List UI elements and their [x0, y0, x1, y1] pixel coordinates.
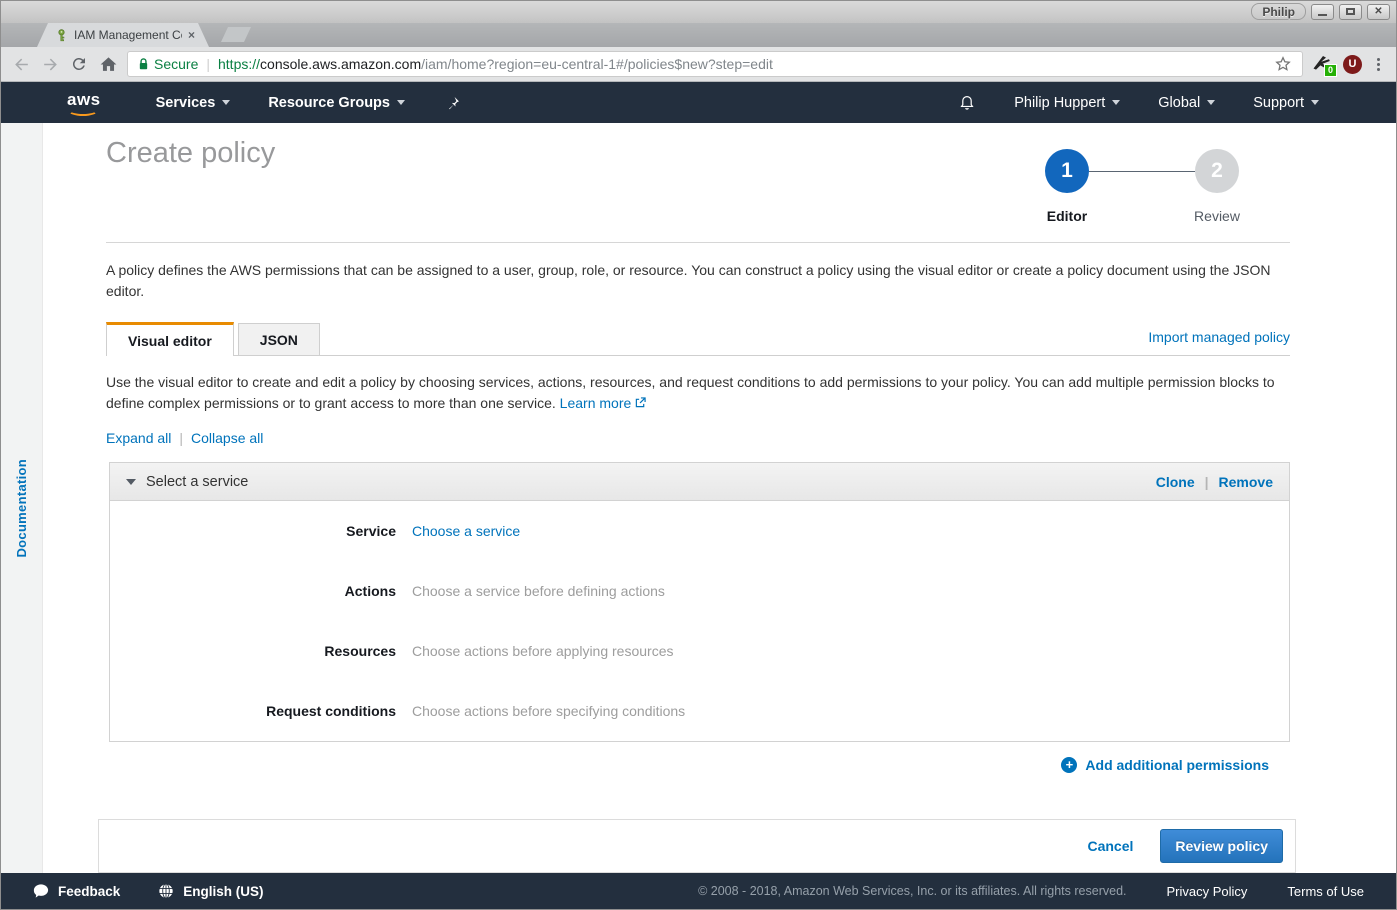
window-title: Philip — [1251, 3, 1306, 20]
browser-window: Philip ✕ IAM Management Co × Secure | ht… — [0, 0, 1397, 910]
step-2-circle: 2 — [1195, 149, 1239, 193]
speech-bubble-icon — [33, 883, 49, 899]
wizard-steps: 1 2 Editor Review — [1045, 149, 1247, 224]
address-bar[interactable]: Secure | https://console.aws.amazon.com/… — [127, 51, 1303, 77]
bookmark-star-icon[interactable] — [1274, 55, 1292, 73]
lock-icon — [138, 57, 149, 71]
remove-link[interactable]: Remove — [1219, 474, 1273, 490]
extension-badge: 0 — [1324, 64, 1337, 77]
main-content: Documentation Create policy 1 2 Editor R… — [1, 123, 1396, 873]
secure-indicator[interactable]: Secure — [138, 56, 198, 72]
browser-toolbar: Secure | https://console.aws.amazon.com/… — [1, 47, 1396, 82]
expand-all-link[interactable]: Expand all — [106, 430, 171, 446]
step-1-circle: 1 — [1045, 149, 1089, 193]
documentation-rail: Documentation — [1, 123, 43, 873]
step-1-label: Editor — [1037, 208, 1097, 224]
tab-close-icon[interactable]: × — [188, 29, 195, 41]
language-selector[interactable]: English (US) — [158, 883, 263, 899]
back-button[interactable] — [11, 54, 31, 74]
window-titlebar: Philip ✕ — [1, 1, 1396, 23]
chevron-down-icon — [1311, 100, 1319, 105]
service-row: Service Choose a service — [110, 501, 1289, 561]
choose-service-link[interactable]: Choose a service — [412, 523, 520, 539]
step-connector — [1089, 171, 1195, 172]
action-bar: Cancel Review policy — [98, 819, 1296, 873]
aws-smile-icon — [68, 105, 98, 116]
terms-of-use-link[interactable]: Terms of Use — [1287, 884, 1364, 899]
browser-tab[interactable]: IAM Management Co × — [37, 23, 209, 47]
divider — [106, 242, 1290, 243]
maximize-button[interactable] — [1339, 4, 1362, 20]
permission-block-header[interactable]: Select a service Clone | Remove — [110, 463, 1289, 501]
close-icon: ✕ — [1374, 6, 1382, 17]
close-button[interactable]: ✕ — [1367, 4, 1390, 20]
permission-block-body: Service Choose a service Actions Choose … — [110, 501, 1289, 741]
pin-icon[interactable] — [424, 96, 482, 110]
maximize-icon — [1346, 8, 1355, 15]
nav-region-menu[interactable]: Global — [1139, 95, 1234, 111]
home-button[interactable] — [98, 54, 118, 74]
external-link-icon — [635, 397, 646, 408]
aws-footer: Feedback English (US) © 2008 - 2018, Ama… — [1, 873, 1396, 909]
iam-key-favicon-icon — [55, 29, 68, 42]
import-managed-policy-link[interactable]: Import managed policy — [1148, 329, 1290, 345]
step-2-label: Review — [1187, 208, 1247, 224]
minimize-button[interactable] — [1311, 4, 1334, 20]
review-policy-button[interactable]: Review policy — [1160, 829, 1283, 863]
feedback-button[interactable]: Feedback — [33, 883, 120, 899]
editor-tabs: Visual editor JSON Import managed policy — [106, 322, 1290, 356]
chevron-down-icon — [1207, 100, 1215, 105]
resources-row: Resources Choose actions before applying… — [110, 621, 1289, 681]
aws-logo[interactable]: aws — [67, 90, 101, 116]
plus-circle-icon: + — [1061, 757, 1077, 773]
expand-collapse-row: Expand all|Collapse all — [106, 430, 263, 446]
chevron-down-icon — [1112, 100, 1120, 105]
minimize-icon — [1318, 14, 1327, 16]
aws-nav-bar: aws Services Resource Groups Philip Hupp… — [1, 82, 1396, 123]
visual-editor-help: Use the visual editor to create and edit… — [106, 372, 1286, 414]
copyright-text: © 2008 - 2018, Amazon Web Services, Inc.… — [698, 884, 1126, 898]
globe-icon — [158, 883, 174, 899]
privacy-policy-link[interactable]: Privacy Policy — [1167, 884, 1248, 899]
forward-button[interactable] — [40, 54, 60, 74]
collapse-all-link[interactable]: Collapse all — [191, 430, 263, 446]
nav-resource-groups[interactable]: Resource Groups — [249, 82, 424, 123]
reload-button[interactable] — [69, 54, 89, 74]
actions-row: Actions Choose a service before defining… — [110, 561, 1289, 621]
nav-services[interactable]: Services — [137, 82, 250, 123]
page-title: Create policy — [106, 137, 275, 170]
tab-json[interactable]: JSON — [238, 323, 320, 356]
learn-more-link[interactable]: Learn more — [560, 395, 632, 411]
nav-user-menu[interactable]: Philip Huppert — [995, 95, 1139, 111]
chevron-down-icon — [222, 100, 230, 105]
extension-bird-icon[interactable]: 0 — [1312, 53, 1334, 75]
clone-link[interactable]: Clone — [1156, 474, 1195, 490]
chevron-down-icon — [397, 100, 405, 105]
browser-menu-icon[interactable] — [1371, 58, 1386, 71]
permission-block: Select a service Clone | Remove Service … — [109, 462, 1290, 742]
notifications-bell-icon[interactable] — [939, 94, 995, 112]
extension-ublock-icon[interactable]: U — [1343, 55, 1362, 74]
url-text[interactable]: https://console.aws.amazon.com/iam/home?… — [218, 56, 1266, 72]
add-additional-permissions-button[interactable]: + Add additional permissions — [1061, 757, 1269, 773]
block-title: Select a service — [146, 474, 248, 490]
secure-label: Secure — [154, 56, 198, 72]
documentation-link[interactable]: Documentation — [14, 459, 29, 558]
collapse-caret-icon — [126, 479, 136, 485]
tab-visual-editor[interactable]: Visual editor — [106, 322, 234, 356]
new-tab-button[interactable] — [221, 27, 251, 42]
nav-support-menu[interactable]: Support — [1234, 95, 1338, 111]
cancel-button[interactable]: Cancel — [1087, 838, 1133, 854]
tab-strip: IAM Management Co × — [1, 23, 1396, 47]
tab-title: IAM Management Co — [74, 28, 182, 42]
intro-text: A policy defines the AWS permissions tha… — [106, 260, 1278, 302]
request-conditions-row: Request conditions Choose actions before… — [110, 681, 1289, 741]
